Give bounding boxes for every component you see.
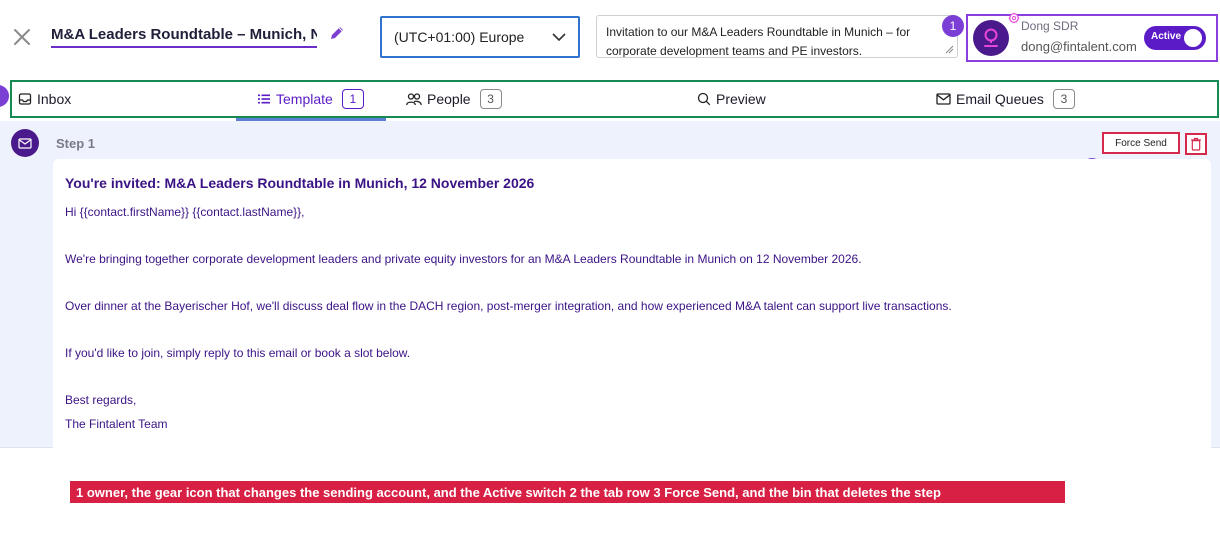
delete-step-button[interactable] (1185, 133, 1207, 155)
email-body-line: Best regards, (65, 393, 137, 407)
timezone-value: (UTC+01:00) Europe (394, 29, 525, 45)
close-button[interactable] (12, 24, 36, 52)
active-toggle-label: Active (1151, 31, 1182, 42)
email-body-line (65, 319, 1199, 343)
email-body-line (65, 225, 1199, 249)
search-icon (697, 92, 711, 106)
list-icon (258, 94, 270, 104)
tab-inbox-label: Inbox (37, 91, 72, 107)
email-template-card[interactable]: You're invited: M&A Leaders Roundtable i… (53, 159, 1211, 448)
email-body-line: We're bringing together corporate develo… (65, 252, 862, 266)
mail-icon (936, 93, 951, 105)
email-body-line (65, 272, 1199, 296)
force-send-button[interactable]: Force Send (1102, 132, 1180, 154)
timezone-select[interactable]: (UTC+01:00) Europe (380, 16, 580, 58)
email-body-line: Hi {{contact.firstName}} {{contact.lastN… (65, 205, 305, 219)
annotation-legend: 1 owner, the gear icon that changes the … (70, 481, 1065, 503)
step-panel: Step 1 Force Send 3 You're invited: M&A … (0, 121, 1220, 448)
email-body-line: Over dinner at the Bayerischer Hof, we'l… (65, 299, 952, 313)
step-type-badge (11, 129, 39, 157)
chevron-down-icon (552, 33, 566, 42)
location-pin-icon (984, 28, 998, 47)
people-icon (406, 93, 422, 106)
tab-email-queues[interactable]: Email Queues 3 (936, 82, 1075, 116)
edit-title-button[interactable] (328, 24, 348, 44)
pencil-icon (331, 27, 343, 39)
tab-email-queues-label: Email Queues (956, 91, 1044, 107)
resize-grip-icon[interactable] (945, 45, 954, 54)
change-account-button[interactable] (1008, 11, 1020, 24)
email-body-line (65, 366, 1199, 390)
close-icon (14, 29, 30, 45)
step-label: Step 1 (56, 136, 96, 151)
tab-template-count: 1 (341, 89, 364, 109)
owner-email: dong@fintalent.com (1021, 39, 1137, 54)
email-subject: You're invited: M&A Leaders Roundtable i… (65, 175, 535, 191)
tab-preview-label: Preview (716, 91, 766, 107)
annotation-marker-2 (0, 85, 9, 107)
avatar (973, 20, 1009, 56)
toggle-knob (1184, 29, 1202, 47)
tab-people[interactable]: People 3 (406, 82, 502, 116)
trash-icon (1191, 137, 1201, 151)
tab-template[interactable]: Template 1 (257, 82, 364, 116)
owner-panel: Dong SDR dong@fintalent.com Active (966, 11, 1218, 62)
annotation-marker-1: 1 (942, 15, 964, 37)
description-textarea[interactable]: Invitation to our M&A Leaders Roundtable… (596, 15, 958, 58)
editor-header: (UTC+01:00) Europe Invitation to our M&A… (0, 0, 1220, 80)
gear-icon (1008, 12, 1020, 24)
sequence-title-input[interactable] (51, 22, 317, 48)
owner-name: Dong SDR (1021, 19, 1079, 33)
active-toggle[interactable]: Active (1144, 26, 1206, 50)
tab-email-queues-count: 3 (1052, 89, 1075, 109)
mail-icon (18, 137, 32, 149)
email-body: Hi {{contact.firstName}} {{contact.lastN… (65, 201, 1199, 436)
description-text: Invitation to our M&A Leaders Roundtable… (606, 25, 911, 58)
tab-people-count: 3 (479, 89, 502, 109)
tab-preview[interactable]: Preview (697, 82, 766, 116)
tab-people-label: People (427, 91, 471, 107)
email-body-line: The Fintalent Team (65, 416, 168, 431)
tab-template-label: Template (276, 91, 333, 107)
tab-inbox[interactable]: Inbox (18, 82, 71, 116)
email-body-line: If you'd like to join, simply reply to t… (65, 346, 411, 360)
tab-row: Inbox Template 1 People 3 Preview Email … (10, 80, 1219, 118)
inbox-icon (18, 93, 32, 105)
